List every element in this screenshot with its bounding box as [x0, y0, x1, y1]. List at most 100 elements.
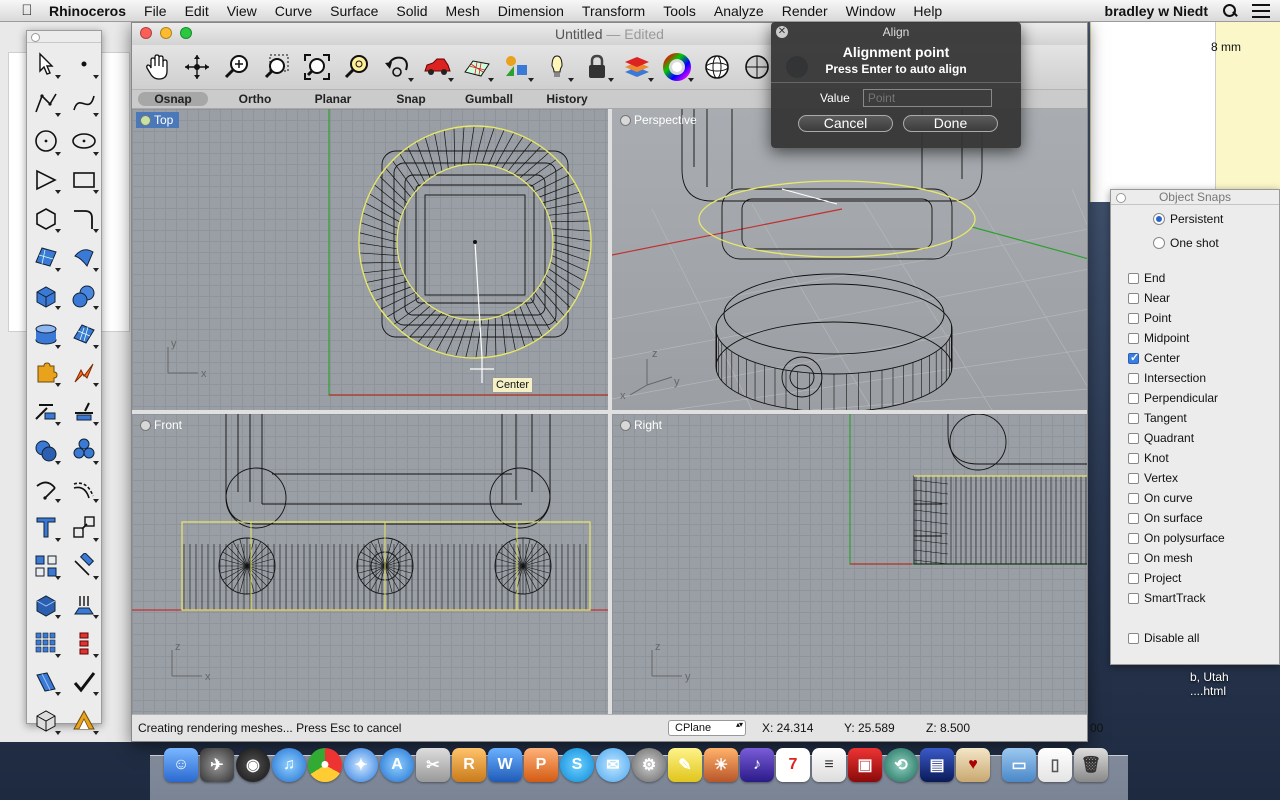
dock-system-preferences-icon[interactable]: ⚙	[632, 748, 666, 782]
viewport-front[interactable]: Front x z	[132, 414, 608, 716]
mesh-tool[interactable]	[65, 315, 103, 354]
viewport-top-label[interactable]: Top	[136, 112, 180, 128]
sphere-tool[interactable]	[65, 277, 103, 316]
scale-tool[interactable]	[65, 508, 103, 547]
menu-file[interactable]: File	[135, 3, 176, 19]
polyline-tool[interactable]	[27, 84, 65, 123]
text-tool[interactable]	[27, 508, 65, 547]
dock-itunes-icon[interactable]: ♫	[272, 748, 306, 782]
dock-document-stack-icon[interactable]: ▯	[1038, 748, 1072, 782]
zoom-window-tool-button[interactable]	[258, 48, 296, 86]
analyze-solid-tool[interactable]	[27, 701, 65, 740]
osnap-disable-all[interactable]: Disable all	[1128, 631, 1199, 645]
cplane-dropdown[interactable]: CPlane	[668, 720, 746, 736]
notification-center-icon[interactable]	[1252, 3, 1270, 18]
minimize-window-button[interactable]	[160, 27, 172, 39]
dock-time-machine-icon[interactable]: ⟲	[884, 748, 918, 782]
osnap-on-surface[interactable]: On surface	[1128, 511, 1203, 525]
viewport-right[interactable]: Right y z	[612, 414, 1087, 716]
osnap-toggle[interactable]: Osnap	[138, 92, 208, 106]
menu-tools[interactable]: Tools	[654, 3, 705, 19]
unroll-tool[interactable]	[27, 663, 65, 702]
desktop-file-label-1[interactable]: b, Utah	[1190, 670, 1280, 684]
rectangle-tool[interactable]	[65, 161, 103, 200]
viewport-top[interactable]: Top x y Center	[132, 109, 608, 410]
menu-curve[interactable]: Curve	[266, 3, 321, 19]
viewport-perspective[interactable]: Perspective z y x	[612, 109, 1087, 410]
user-name-menu[interactable]: bradley w Niedt	[1105, 3, 1208, 19]
dock-powerpoint-icon[interactable]: P	[524, 748, 558, 782]
osnap-mode-one-shot[interactable]: One shot	[1153, 236, 1219, 250]
undo-view-button[interactable]	[378, 48, 416, 86]
planar-toggle[interactable]: Planar	[294, 92, 372, 106]
rotate-tool[interactable]	[27, 470, 65, 509]
lock-button[interactable]	[578, 48, 616, 86]
menu-render[interactable]: Render	[773, 3, 837, 19]
dock-textedit-icon[interactable]: ≡	[812, 748, 846, 782]
light-button[interactable]	[538, 48, 576, 86]
layer-button[interactable]	[618, 48, 656, 86]
render-tool[interactable]	[65, 701, 103, 740]
osnap-smarttrack[interactable]: SmartTrack	[1128, 591, 1206, 605]
dock-solitaire-icon[interactable]: ♥	[956, 748, 990, 782]
dock-skype-icon[interactable]: S	[560, 748, 594, 782]
arc-tool[interactable]	[27, 161, 65, 200]
dock-iphoto-icon[interactable]: ☀	[704, 748, 738, 782]
curve-tool[interactable]	[65, 84, 103, 123]
group-tool[interactable]	[65, 431, 103, 470]
sweep-surface-tool[interactable]	[65, 238, 103, 277]
zoom-button[interactable]	[218, 48, 256, 86]
dock-stickies-icon[interactable]: ✎	[668, 748, 702, 782]
osnap-end[interactable]: End	[1128, 271, 1165, 285]
dock-trash-icon[interactable]: 🗑	[1074, 748, 1108, 782]
dock-messages-icon[interactable]: ✉	[596, 748, 630, 782]
menu-transform[interactable]: Transform	[573, 3, 654, 19]
solid-edit-tool[interactable]	[27, 585, 65, 624]
pan-button[interactable]	[138, 48, 176, 86]
offset-tool[interactable]	[65, 470, 103, 509]
osnap-vertex[interactable]: Vertex	[1128, 471, 1178, 485]
array-tool[interactable]	[27, 547, 65, 586]
osnap-on-polysurface[interactable]: On polysurface	[1128, 531, 1225, 545]
menu-edit[interactable]: Edit	[176, 3, 218, 19]
dimension-tool[interactable]	[65, 547, 103, 586]
dock-rhino-icon[interactable]: R	[452, 748, 486, 782]
align-close-icon[interactable]: ✕	[776, 26, 788, 38]
cplane-button[interactable]	[458, 48, 496, 86]
menu-analyze[interactable]: Analyze	[705, 3, 773, 19]
osnap-tangent[interactable]: Tangent	[1128, 411, 1187, 425]
osnap-perpendicular[interactable]: Perpendicular	[1128, 391, 1218, 405]
menu-view[interactable]: View	[218, 3, 266, 19]
polygon-tool[interactable]	[27, 199, 65, 238]
close-window-button[interactable]	[140, 27, 152, 39]
osnap-near[interactable]: Near	[1128, 291, 1170, 305]
viewport-front-label[interactable]: Front	[136, 417, 188, 433]
cylinder-tool[interactable]	[27, 315, 65, 354]
dock-word-icon[interactable]: W	[488, 748, 522, 782]
desktop-file-label-2[interactable]: ....html	[1190, 684, 1280, 698]
grid-array-tool[interactable]	[27, 624, 65, 663]
history-toggle[interactable]: History	[528, 92, 606, 106]
dock-calendar-icon[interactable]: 7	[776, 748, 810, 782]
history-tool[interactable]	[65, 624, 103, 663]
object-snaps-titlebar[interactable]: Object Snaps	[1111, 190, 1279, 205]
rotate-view-button[interactable]	[178, 48, 216, 86]
viewport-right-label[interactable]: Right	[616, 417, 668, 433]
osnap-on-curve[interactable]: On curve	[1128, 491, 1193, 505]
surface-tool[interactable]	[27, 238, 65, 277]
dock-app-store-icon[interactable]: A	[380, 748, 414, 782]
osnap-midpoint[interactable]: Midpoint	[1128, 331, 1189, 345]
menu-help[interactable]: Help	[904, 3, 951, 19]
dock-dashboard-icon[interactable]: ◉	[236, 748, 270, 782]
align-dialog-titlebar[interactable]: ✕ Align	[771, 22, 1021, 42]
dock-finder-icon[interactable]: ☺	[164, 748, 198, 782]
zoom-extents-button[interactable]	[298, 48, 336, 86]
gumball-toggle[interactable]: Gumball	[450, 92, 528, 106]
menu-dimension[interactable]: Dimension	[489, 3, 573, 19]
dock-safari-icon[interactable]: ✦	[344, 748, 378, 782]
select-arrow-tool[interactable]	[27, 45, 65, 84]
align-value-input[interactable]	[862, 89, 992, 107]
tool-palette-titlebar[interactable]	[27, 31, 101, 43]
fillet-tool[interactable]	[65, 199, 103, 238]
viewport-perspective-label[interactable]: Perspective	[616, 112, 703, 128]
